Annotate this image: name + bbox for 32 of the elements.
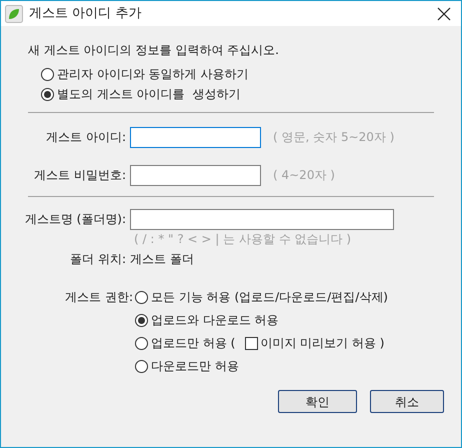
radio-button[interactable] — [41, 68, 54, 80]
id-mode-option[interactable]: 별도의 게스트 아이디를 생성하기 — [41, 84, 434, 104]
leaf-icon — [5, 4, 23, 22]
permission-option[interactable]: 업로드만 허용 ( — [135, 333, 236, 353]
radio-button[interactable] — [135, 290, 148, 304]
id-mode-option[interactable]: 관리자 아이디와 동일하게 사용하기 — [41, 64, 434, 84]
input-field[interactable] — [130, 164, 261, 186]
radio-button[interactable] — [135, 360, 148, 372]
field-label: 게스트 권한: — [64, 289, 134, 306]
hint-text: ( 4~20자 ) — [273, 167, 335, 184]
hint-text: ( 영문, 숫자 5~20자 ) — [273, 129, 394, 146]
close-icon[interactable] — [437, 6, 451, 20]
dialog-button[interactable]: 확인 — [278, 390, 357, 413]
input-field[interactable] — [130, 126, 261, 148]
radio-button[interactable] — [135, 314, 148, 326]
permission-option[interactable]: 업로드와 다운로드 허용 — [135, 310, 388, 330]
field-label: 게스트 아이디: — [45, 129, 127, 146]
field-label: 폴더 위치: — [69, 251, 127, 268]
radio-button[interactable] — [41, 88, 54, 100]
field-label: 게스트 비밀번호: — [33, 167, 127, 184]
checkbox[interactable] — [245, 336, 258, 350]
permission-option[interactable]: 다운로드만 허용 — [135, 356, 388, 376]
field-label: 게스트명 (폴더명): — [24, 211, 127, 228]
window-title: 게스트 아이디 추가 — [29, 4, 142, 23]
intro-text: 새 게스트 아이디의 정보를 입력하여 주십시오. — [28, 42, 280, 59]
radio-button[interactable] — [135, 336, 148, 350]
input-field[interactable] — [130, 208, 394, 230]
preview-option[interactable]: 이미지 미리보기 허용 ) — [245, 334, 384, 352]
folder-location: 게스트 폴더 — [130, 251, 194, 268]
note-text: ( / : * " ? < > | 는 사용할 수 없습니다 ) — [134, 231, 352, 248]
permission-option[interactable]: 모든 기능 허용 (업로드/다운로드/편집/삭제) — [135, 287, 388, 307]
dialog-button[interactable]: 취소 — [370, 390, 444, 413]
